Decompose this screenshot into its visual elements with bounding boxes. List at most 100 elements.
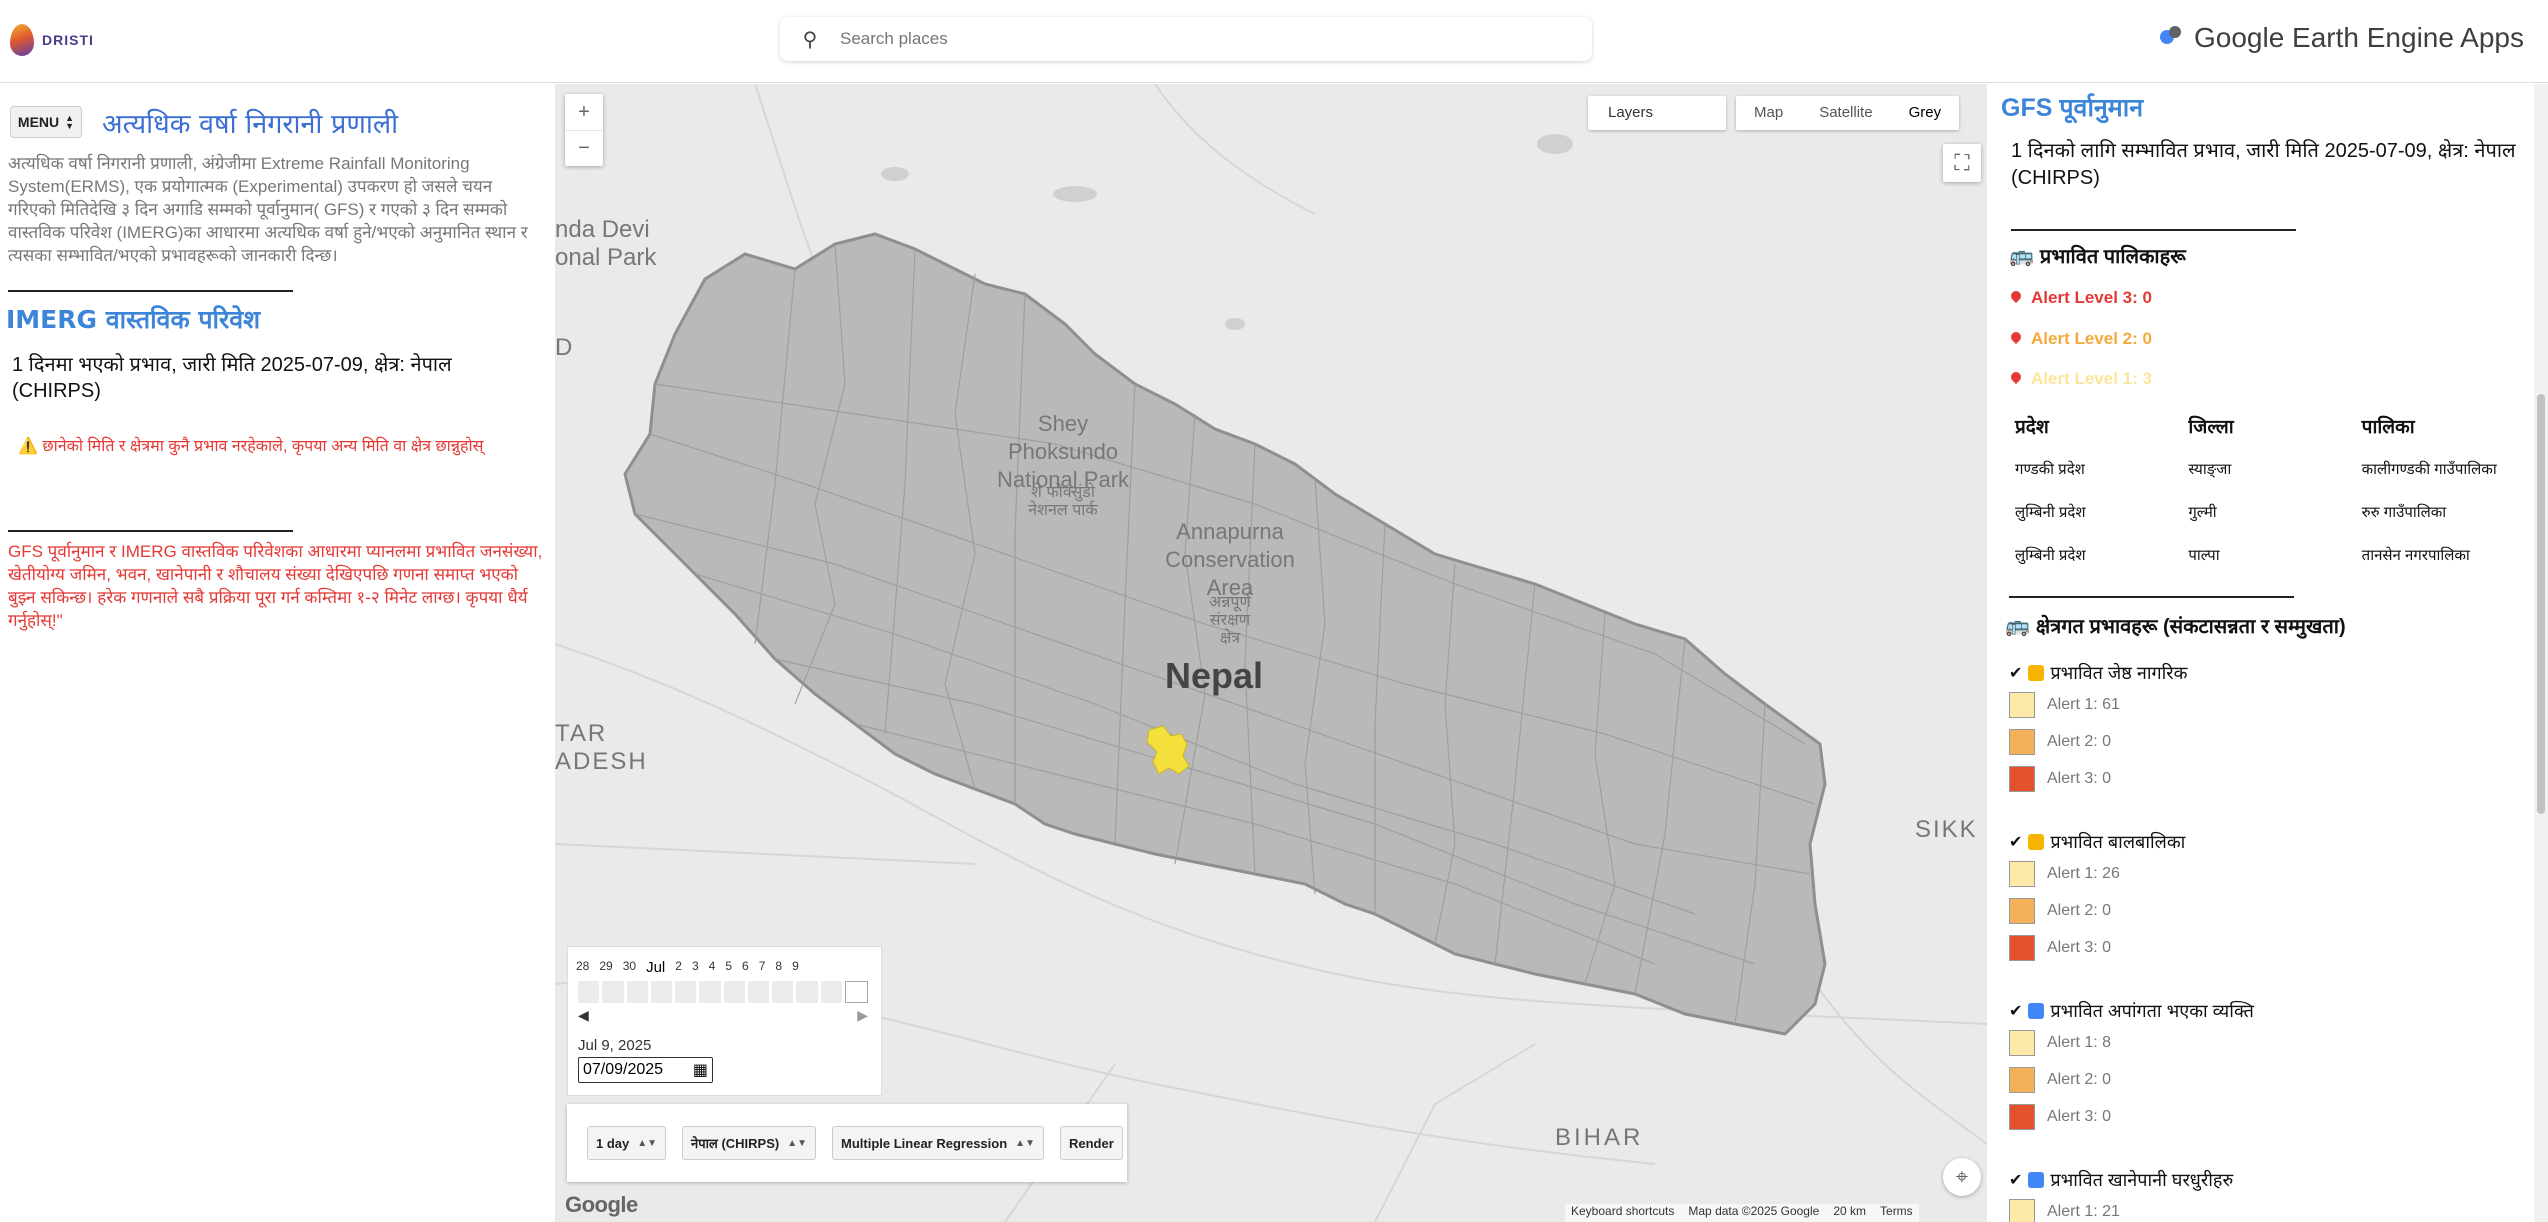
zoom-in-button[interactable]: + — [565, 94, 603, 130]
label-d-edge: D — [555, 334, 573, 361]
render-button[interactable]: Render — [1059, 1126, 1123, 1160]
timeline-day: 30 — [622, 959, 637, 973]
table-cell: रुरु गाउँपालिका — [2361, 503, 2447, 521]
group-title[interactable]: ✔ प्रभावित जेष्ठ नागरिक — [2009, 660, 2509, 686]
period-select-value: 1 day — [596, 1135, 630, 1151]
right-panel-scrollbar[interactable] — [2534, 84, 2548, 1222]
timeline-cell[interactable] — [626, 981, 648, 1003]
label-sikkim: SIKK — [1915, 816, 1978, 843]
group-disabled: ✔ प्रभावित अपांगता भएका व्यक्ति Alert 1:… — [2009, 998, 2509, 1135]
timeline-cell[interactable] — [723, 981, 745, 1003]
timeline-cell[interactable] — [578, 981, 600, 1003]
legend-label: Alert 1: 61 — [2047, 695, 2120, 713]
group-title[interactable]: ✔ प्रभावित बालबालिका — [2009, 829, 2509, 855]
fullscreen-icon: ⛶ — [1954, 150, 1970, 175]
label-annapurna-np: अन्नपूर्ण संरक्षण क्षेत्र — [1208, 594, 1251, 647]
divider — [2009, 596, 2294, 598]
region-select[interactable]: नेपाल (CHIRPS) ▲▼ — [682, 1126, 817, 1160]
checkmark-icon[interactable]: ✔ — [2009, 1170, 2022, 1190]
map-type-map[interactable]: Map — [1736, 96, 1801, 130]
group-title[interactable]: ✔ प्रभावित अपांगता भएका व्यक्ति — [2009, 998, 2509, 1024]
terms-link[interactable]: Terms — [1880, 1204, 1913, 1222]
legend-swatch — [2009, 1029, 2035, 1056]
layers-dropdown[interactable]: Layers — [1588, 96, 1726, 130]
map-attribution: Keyboard shortcuts Map data ©2025 Google… — [1565, 1204, 1919, 1222]
select-arrows-icon: ▲▼ — [1015, 1137, 1035, 1149]
period-select[interactable]: 1 day ▲▼ — [587, 1126, 667, 1160]
search-input[interactable] — [840, 29, 1540, 49]
legend-swatch — [2009, 860, 2035, 887]
model-select[interactable]: Multiple Linear Regression ▲▼ — [832, 1126, 1044, 1160]
zoom-out-button[interactable]: − — [565, 130, 603, 166]
timeline-cell[interactable] — [796, 981, 818, 1003]
scale-bar: 20 km — [1833, 1204, 1867, 1218]
checkmark-icon[interactable]: ✔ — [2009, 663, 2022, 683]
date-input[interactable]: 07/09/2025 ▦ — [578, 1057, 713, 1083]
timeline-cell[interactable] — [675, 981, 697, 1003]
legend-row: Alert 1: 61 — [2009, 686, 2509, 723]
timeline-cell[interactable] — [602, 981, 624, 1003]
fullscreen-button[interactable]: ⛶ — [1943, 144, 1981, 182]
group-title[interactable]: ✔ प्रभावित खानेपानी घरधुरीहरु — [2009, 1167, 2509, 1193]
divider — [2011, 229, 2296, 231]
gee-brand[interactable]: Google Earth Engine Apps — [2159, 20, 2524, 56]
dristi-logo[interactable]: DRISTI — [8, 4, 112, 76]
sector-impacts-heading: 🚌 क्षेत्रगत प्रभावहरू (संकटासन्नता र सम्… — [2005, 612, 2346, 639]
timeline-cell[interactable] — [699, 981, 721, 1003]
legend-swatch — [2009, 728, 2035, 755]
timeline-cell-selected[interactable] — [844, 981, 868, 1003]
map-canvas[interactable]: nda Devi onal Park D Shey Phoksundo Nati… — [555, 84, 1987, 1222]
timeline-prev-button[interactable]: ◀ — [578, 1007, 589, 1024]
bus-icon: 🚌 — [2005, 615, 2030, 637]
crosshair-icon: ⌖ — [1955, 1164, 1969, 1189]
calendar-icon[interactable]: ▦ — [693, 1060, 708, 1080]
legend-label: Alert 1: 26 — [2047, 864, 2120, 882]
legend-row: Alert 2: 0 — [2009, 723, 2509, 760]
pin-icon — [2009, 332, 2023, 346]
google-logo[interactable]: Google — [565, 1192, 638, 1218]
legend-label: Alert 3: 0 — [2047, 769, 2112, 787]
search-icon[interactable]: ⚲ — [780, 27, 840, 52]
checkmark-icon[interactable]: ✔ — [2009, 1001, 2022, 1021]
map-type-grey[interactable]: Grey — [1891, 96, 1960, 130]
timeline-next-button[interactable]: ▶ — [857, 1007, 868, 1024]
legend-swatch — [2009, 1066, 2035, 1093]
alert-level-2: Alert Level 2: 0 — [2009, 329, 2152, 349]
group-children: ✔ प्रभावित बालबालिका Alert 1: 26 Alert 2… — [2009, 829, 2509, 966]
label-shey-np: शे फोक्सुंडो नेशनल पार्क — [1028, 484, 1098, 519]
timeline-day: 28 — [576, 959, 590, 973]
pin-icon — [2009, 291, 2023, 305]
pin-icon — [2009, 372, 2023, 386]
timeline-cell[interactable] — [747, 981, 769, 1003]
select-arrows-icon: ▲▼ — [637, 1137, 658, 1149]
timeline-cell[interactable] — [820, 981, 842, 1003]
scrollbar-thumb[interactable] — [2537, 394, 2545, 814]
group-title-label: प्रभावित अपांगता भएका व्यक्ति — [2050, 1001, 2254, 1021]
alert-level-3-label: Alert Level 3: 0 — [2031, 288, 2152, 307]
timeline-month: Jul — [646, 959, 666, 976]
alert-level-1: Alert Level 1: 3 — [2009, 369, 2152, 389]
map-type-satellite[interactable]: Satellite — [1801, 96, 1890, 130]
legend-row: Alert 1: 21 — [2009, 1193, 2509, 1222]
timeline-day: 29 — [599, 959, 613, 973]
bus-icon: 🚌 — [2009, 245, 2034, 267]
affected-municipalities-label: प्रभावित पालिकाहरू — [2039, 246, 2186, 268]
label-uttar-pradesh: TAR ADESH — [555, 720, 648, 775]
legend-swatch — [2009, 1198, 2035, 1222]
label-annapurna: Annapurna Conservation Area — [1165, 519, 1295, 600]
timeline-cell[interactable] — [772, 981, 794, 1003]
checkmark-icon[interactable]: ✔ — [2009, 832, 2022, 852]
timeline-slider[interactable] — [578, 981, 868, 1003]
keyboard-shortcuts-link[interactable]: Keyboard shortcuts — [1571, 1204, 1674, 1222]
label-shey: Shey Phoksundo National Park — [996, 411, 1130, 492]
group-title-label: प्रभावित जेष्ठ नागरिक — [2050, 663, 2188, 683]
search-box[interactable]: ⚲ — [780, 17, 1592, 61]
recenter-button[interactable]: ⌖ — [1943, 1158, 1981, 1196]
table-cell: स्याङ्जा — [2188, 460, 2232, 478]
timeline-days: 28 29 30 Jul 2 3 4 5 6 7 8 9 — [568, 959, 883, 976]
menu-button[interactable]: MENU ▲ ▼ — [10, 106, 82, 138]
timeline-day: 9 — [792, 959, 799, 973]
dristi-logo-icon — [8, 20, 38, 60]
child-icon — [2028, 834, 2045, 850]
timeline-cell[interactable] — [650, 981, 672, 1003]
